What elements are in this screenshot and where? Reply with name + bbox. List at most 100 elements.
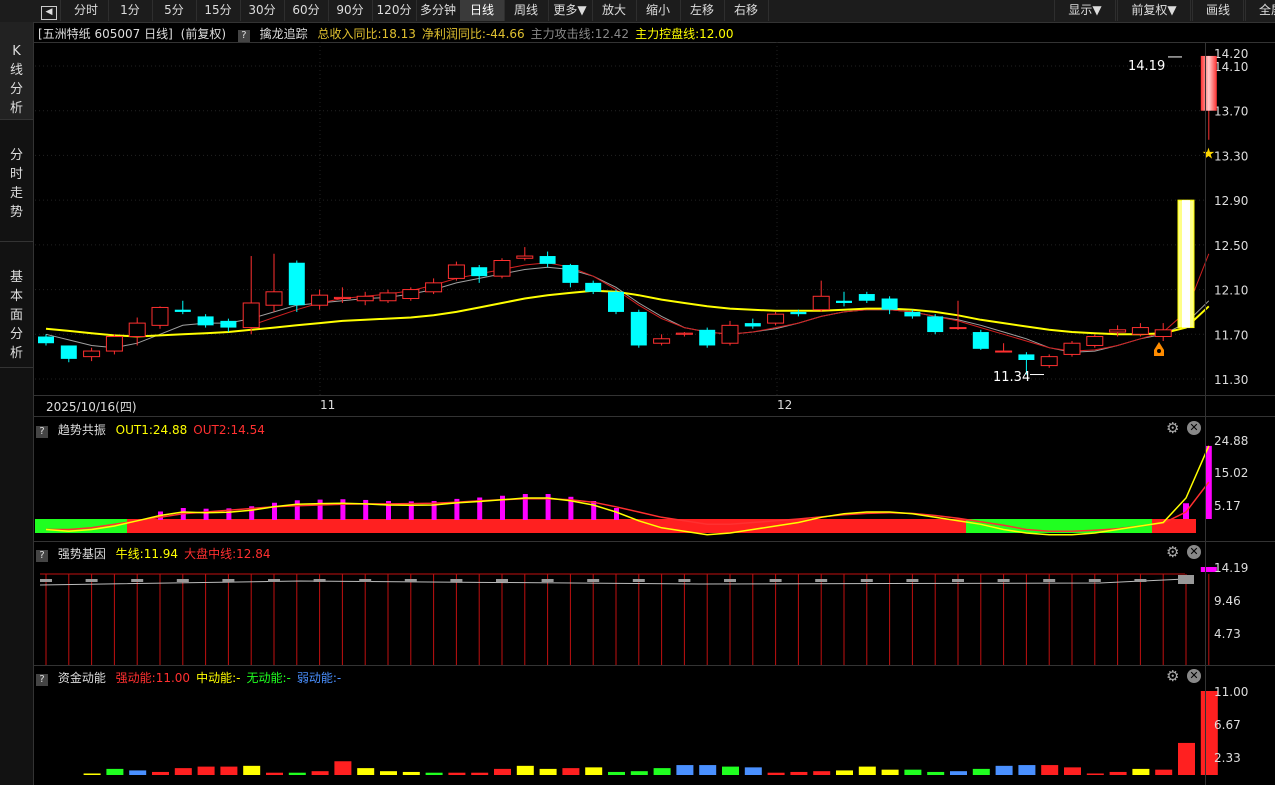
period-button-1[interactable]: 1分	[108, 0, 153, 21]
gene-marker	[1088, 579, 1101, 582]
candle	[630, 309, 647, 348]
momentum-bar	[927, 771, 945, 775]
period-button-2[interactable]: 5分	[152, 0, 197, 21]
period-button-10[interactable]: 周线	[504, 0, 549, 21]
back-arrow-icon: ◀	[41, 6, 57, 20]
candle-body	[949, 327, 967, 330]
y-tick-label: 14.20	[1214, 47, 1248, 61]
adjust-label: (前复权)	[180, 27, 227, 41]
period-button-11[interactable]: 更多▼	[548, 0, 593, 21]
y-tick-label: 5.17	[1214, 499, 1241, 513]
candle	[242, 256, 260, 335]
back-button[interactable]: ◀	[38, 0, 61, 21]
settings-gear-icon[interactable]: ⚙	[1166, 668, 1182, 684]
momentum-bar	[402, 771, 420, 775]
indicator-value: 净利润同比:-44.66	[421, 27, 525, 41]
momentum-bar	[790, 771, 808, 775]
gene-marker	[1134, 579, 1147, 582]
period-button-3[interactable]: 15分	[196, 0, 241, 21]
strength-gene-chart[interactable]: 14.19 9.46 4.73	[0, 541, 1275, 665]
date-dec: 12	[777, 398, 793, 412]
candle	[744, 318, 761, 329]
settings-gear-icon[interactable]: ⚙	[1166, 544, 1182, 560]
settings-gear-icon[interactable]: ⚙	[1166, 420, 1182, 436]
gene-marker	[952, 579, 964, 582]
gene-marker	[131, 579, 144, 582]
candle-body	[721, 324, 739, 344]
gene-marker	[724, 579, 736, 582]
gene-marker	[860, 579, 873, 582]
candle	[311, 289, 329, 310]
trend-resonance-chart[interactable]: 24.88 15.02 5.17	[0, 416, 1275, 541]
period-button-6[interactable]: 90分	[328, 0, 373, 21]
period-button-7[interactable]: 120分	[372, 0, 417, 21]
period-button-15[interactable]: 右移	[724, 0, 769, 21]
trend-bar	[203, 508, 209, 520]
candle-body	[630, 311, 647, 346]
gene-marker	[176, 579, 189, 582]
candle-body	[790, 311, 807, 315]
period-button-13[interactable]: 缩小	[636, 0, 681, 21]
close-pane-icon[interactable]: ✕	[1187, 545, 1201, 559]
candle-body	[927, 316, 944, 333]
toolbar-right-button-2[interactable]: 画线	[1192, 0, 1244, 21]
candle-body	[562, 264, 579, 283]
momentum-bar	[380, 771, 397, 775]
candle-body	[653, 338, 671, 344]
help-icon[interactable]: ?	[237, 30, 250, 42]
momentum-bar	[152, 771, 169, 775]
toolbar-right-button-0[interactable]: 显示▼	[1054, 0, 1116, 21]
momentum-bar	[950, 771, 967, 775]
close-pane-icon[interactable]: ✕	[1187, 421, 1201, 435]
candle	[447, 261, 465, 281]
gene-marker	[1178, 575, 1194, 584]
indicator-value: 主力攻击线:12.42	[530, 27, 630, 41]
momentum-bar	[744, 767, 762, 775]
candle	[493, 258, 511, 279]
momentum-bar	[1086, 773, 1104, 775]
stock-label: [五洲特纸 605007 日线]	[38, 27, 173, 41]
y-tick-label: 12.90	[1214, 194, 1248, 208]
period-button-4[interactable]: 30分	[240, 0, 285, 21]
gene-marker	[496, 579, 508, 582]
y-tick-label: 13.30	[1214, 149, 1248, 163]
candle-body	[539, 256, 556, 264]
momentum-bar	[174, 768, 192, 775]
period-button-8[interactable]: 多分钟	[416, 0, 461, 21]
bull-line	[39, 578, 1186, 586]
candlestick-chart[interactable]: 14.2014.10 13.70 13.30 12.90 12.50 12.10 11.70…	[0, 42, 1275, 442]
period-button-12[interactable]: 放大	[592, 0, 637, 21]
momentum-bar	[334, 761, 352, 775]
candle-body	[1131, 327, 1149, 335]
toolbar-right-button-1[interactable]: 前复权▼	[1117, 0, 1191, 21]
gene-marker	[769, 579, 782, 582]
momentum-bar	[425, 772, 443, 775]
momentum-bar	[1018, 765, 1036, 775]
fund-momentum-chart[interactable]: 11.00 6.67 2.33	[0, 665, 1275, 785]
candle	[1040, 354, 1058, 368]
period-button-5[interactable]: 60分	[284, 0, 329, 21]
period-button-9[interactable]: 日线	[460, 0, 505, 21]
toolbar-right-button-3[interactable]: 全屏	[1245, 0, 1275, 21]
momentum-bar	[585, 767, 603, 775]
gene-marker	[632, 579, 645, 582]
candle-body	[904, 311, 921, 317]
candle-body	[38, 336, 54, 344]
candle-body	[1200, 55, 1217, 111]
candle-body	[972, 332, 989, 349]
momentum-bar	[448, 772, 466, 775]
candle	[699, 327, 716, 348]
ma-gray-line	[45, 266, 1210, 353]
gene-marker	[1043, 579, 1056, 582]
candle	[562, 263, 579, 288]
candle	[151, 306, 169, 329]
momentum-bar	[995, 765, 1013, 775]
candle	[220, 318, 237, 333]
candle-body	[516, 255, 534, 259]
momentum-bar	[630, 771, 648, 775]
candle	[972, 329, 989, 350]
close-pane-icon[interactable]: ✕	[1187, 669, 1201, 683]
period-button-0[interactable]: 分时	[64, 0, 109, 21]
momentum-bar	[197, 766, 215, 775]
period-button-14[interactable]: 左移	[680, 0, 725, 21]
